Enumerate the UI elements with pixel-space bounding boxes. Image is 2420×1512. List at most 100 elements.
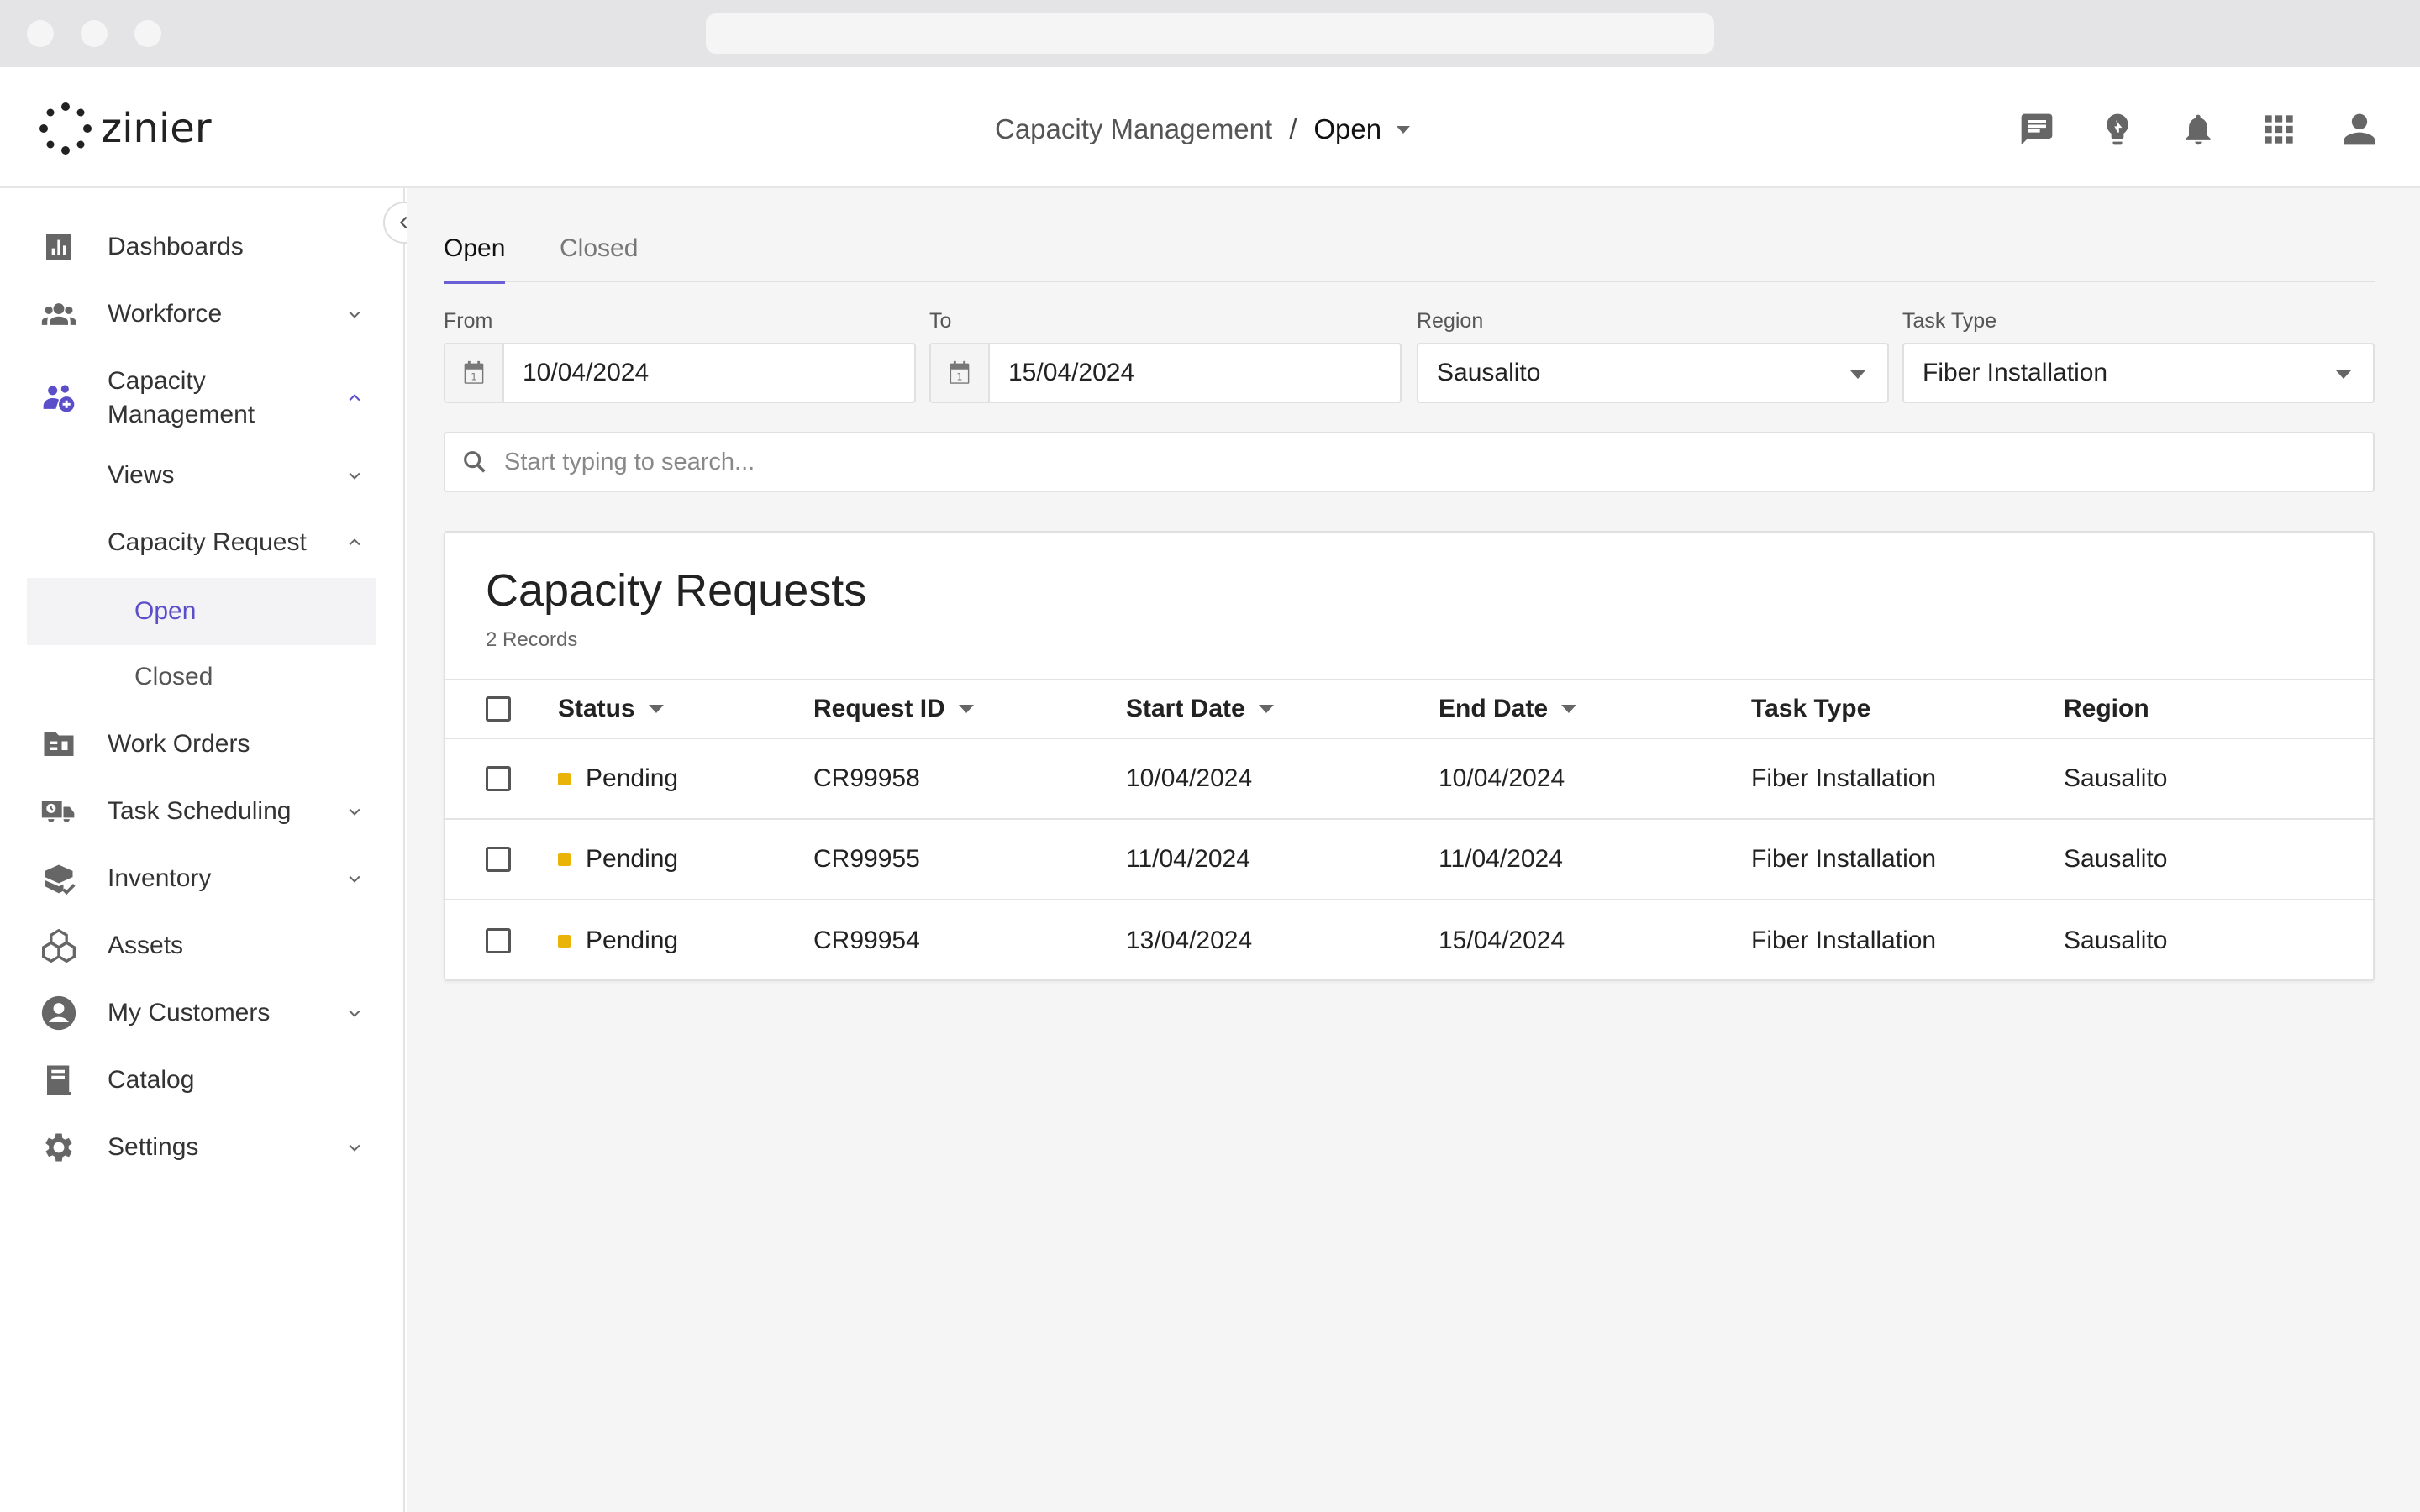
chevron-down-icon[interactable] bbox=[345, 869, 365, 889]
row-checkbox[interactable] bbox=[486, 847, 511, 872]
address-bar[interactable] bbox=[706, 13, 1714, 54]
chevron-down-icon[interactable] bbox=[345, 801, 365, 822]
status-text: Pending bbox=[586, 764, 679, 792]
sidebar-item-dashboards[interactable]: Dashboards bbox=[27, 217, 376, 277]
calendar-icon[interactable]: 1 bbox=[931, 344, 990, 402]
status-badge bbox=[558, 853, 571, 866]
sidebar: Dashboards Workforce Capacity Management… bbox=[0, 188, 405, 1512]
column-header-request-id[interactable]: Request ID bbox=[813, 680, 974, 738]
sidebar-item-label: Views bbox=[108, 461, 175, 489]
table-header: Status Request ID Start Date End Date Ta… bbox=[445, 679, 2373, 739]
request-id-cell[interactable]: CR99954 bbox=[813, 900, 920, 981]
sidebar-item-workforce[interactable]: Workforce bbox=[27, 284, 376, 344]
chat-icon[interactable] bbox=[2015, 108, 2059, 151]
sidebar-item-closed[interactable]: Closed bbox=[27, 647, 376, 707]
to-date-field[interactable]: 1 15/04/2024 bbox=[929, 343, 1402, 403]
from-date-field[interactable]: 1 10/04/2024 bbox=[444, 343, 916, 403]
logo-mark-icon bbox=[39, 102, 92, 155]
column-header-label: Start Date bbox=[1126, 695, 1245, 722]
sidebar-item-capacity-request[interactable]: Capacity Request bbox=[27, 512, 376, 573]
sidebar-item-capacity-management[interactable]: Capacity Management bbox=[27, 361, 376, 435]
row-checkbox-cell bbox=[486, 900, 511, 981]
select-all-checkbox-cell bbox=[486, 680, 511, 738]
sidebar-item-open[interactable]: Open bbox=[27, 578, 376, 645]
sidebar-item-inventory[interactable]: Inventory bbox=[27, 848, 376, 909]
sidebar-item-views[interactable]: Views bbox=[27, 445, 376, 506]
end-date-cell: 10/04/2024 bbox=[1439, 764, 1565, 792]
column-header-region: Region bbox=[2064, 680, 2149, 738]
sidebar-item-task-scheduling[interactable]: Task Scheduling bbox=[27, 781, 376, 842]
region-select[interactable]: Sausalito bbox=[1417, 343, 1889, 403]
table-row[interactable]: Pending CR99955 11/04/2024 11/04/2024 Fi… bbox=[445, 820, 2373, 900]
sort-icon[interactable] bbox=[958, 705, 974, 713]
column-header-label: Task Type bbox=[1751, 695, 1871, 722]
from-label: From bbox=[444, 309, 493, 333]
row-checkbox[interactable] bbox=[486, 928, 511, 953]
catalog-icon bbox=[40, 1062, 77, 1099]
chevron-down-icon[interactable] bbox=[345, 1137, 365, 1158]
sidebar-item-label: My Customers bbox=[108, 999, 271, 1026]
sidebar-item-label: Work Orders bbox=[108, 730, 250, 758]
sort-icon[interactable] bbox=[648, 705, 664, 713]
start-date-cell: 13/04/2024 bbox=[1126, 927, 1253, 954]
breadcrumb-separator: / bbox=[1289, 113, 1297, 144]
request-id-cell[interactable]: CR99958 bbox=[813, 739, 920, 818]
assets-icon bbox=[40, 927, 77, 964]
column-header-status[interactable]: Status bbox=[558, 680, 664, 738]
window-maximize-dot[interactable] bbox=[134, 20, 161, 47]
sidebar-item-label: Inventory bbox=[108, 864, 212, 892]
region-label: Region bbox=[1417, 309, 1484, 333]
breadcrumb-current[interactable]: Open bbox=[1313, 113, 1381, 145]
column-header-end-date[interactable]: End Date bbox=[1439, 680, 1577, 738]
bell-icon[interactable] bbox=[2176, 108, 2220, 151]
chevron-down-icon[interactable] bbox=[345, 304, 365, 324]
sidebar-item-label: Catalog bbox=[108, 1066, 195, 1094]
region-value: Sausalito bbox=[1437, 359, 1541, 386]
sidebar-item-label: Open bbox=[134, 597, 197, 625]
gear-icon bbox=[40, 1129, 77, 1166]
table-row[interactable]: Pending CR99958 10/04/2024 10/04/2024 Fi… bbox=[445, 739, 2373, 820]
calendar-icon[interactable]: 1 bbox=[445, 344, 504, 402]
breadcrumb-dropdown-icon[interactable] bbox=[1397, 125, 1411, 134]
capacity-requests-card: Capacity Requests 2 Records Status Reque… bbox=[444, 531, 2375, 981]
breadcrumb-parent[interactable]: Capacity Management bbox=[995, 113, 1272, 145]
task-type-select[interactable]: Fiber Installation bbox=[1902, 343, 2375, 403]
window-close-dot[interactable] bbox=[27, 20, 54, 47]
task-type-label: Task Type bbox=[1902, 309, 1997, 333]
browser-chrome bbox=[0, 0, 2420, 67]
sidebar-item-settings[interactable]: Settings bbox=[27, 1117, 376, 1178]
request-id-cell[interactable]: CR99955 bbox=[813, 820, 920, 899]
dropdown-arrow-icon bbox=[1850, 370, 1865, 379]
sidebar-item-work-orders[interactable]: Work Orders bbox=[27, 714, 376, 774]
apps-grid-icon[interactable] bbox=[2257, 108, 2301, 151]
chevron-down-icon[interactable] bbox=[345, 1003, 365, 1023]
column-header-start-date[interactable]: Start Date bbox=[1126, 680, 1274, 738]
window-minimize-dot[interactable] bbox=[81, 20, 108, 47]
status-cell: Pending bbox=[558, 739, 678, 818]
status-badge bbox=[558, 772, 571, 785]
chevron-down-icon[interactable] bbox=[345, 465, 365, 486]
tab-open[interactable]: Open bbox=[444, 222, 506, 284]
sort-icon[interactable] bbox=[1561, 705, 1577, 713]
select-all-checkbox[interactable] bbox=[486, 696, 511, 722]
sidebar-item-assets[interactable]: Assets bbox=[27, 916, 376, 976]
tab-closed[interactable]: Closed bbox=[560, 222, 638, 282]
lightbulb-icon[interactable] bbox=[2096, 108, 2139, 151]
record-count: 2 Records bbox=[486, 628, 578, 651]
chevron-up-icon[interactable] bbox=[345, 533, 365, 553]
start-date-cell: 11/04/2024 bbox=[1126, 845, 1250, 873]
to-label: To bbox=[929, 309, 952, 333]
row-checkbox[interactable] bbox=[486, 766, 511, 791]
sidebar-item-my-customers[interactable]: My Customers bbox=[27, 983, 376, 1043]
region-cell: Sausalito bbox=[2064, 927, 2168, 954]
sort-icon[interactable] bbox=[1258, 705, 1274, 713]
user-icon[interactable] bbox=[2338, 108, 2381, 151]
sidebar-item-catalog[interactable]: Catalog bbox=[27, 1050, 376, 1110]
sidebar-item-label: Dashboards bbox=[108, 233, 244, 260]
chevron-up-icon[interactable] bbox=[345, 388, 365, 408]
logo[interactable]: zinier bbox=[39, 99, 212, 158]
row-checkbox-cell bbox=[486, 820, 511, 899]
table-row[interactable]: Pending CR99954 13/04/2024 15/04/2024 Fi… bbox=[445, 900, 2373, 981]
search-input[interactable] bbox=[504, 448, 2269, 476]
work-orders-icon bbox=[40, 726, 77, 763]
